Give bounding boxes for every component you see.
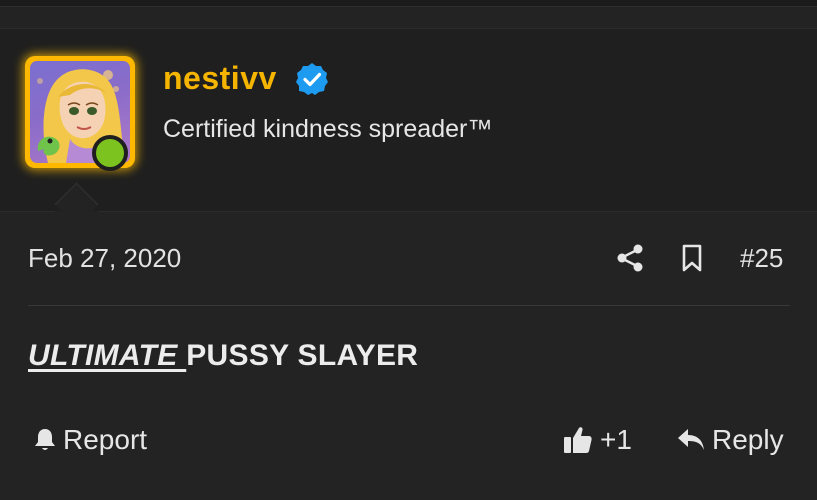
reply-arrow-icon xyxy=(678,429,704,450)
like-button[interactable]: +1 xyxy=(562,420,632,460)
post-container: nestivv Certified kindness spreader™ Feb… xyxy=(0,0,817,500)
report-label: Report xyxy=(63,424,148,455)
reply-label: Reply xyxy=(712,424,784,455)
post-number[interactable]: #25 xyxy=(740,243,783,274)
thumbs-up-icon xyxy=(564,427,592,453)
post-body-emphasis: ULTIMATE xyxy=(28,339,187,372)
user-title: Certified kindness spreader™ xyxy=(163,115,493,143)
previous-post-edge xyxy=(0,0,817,7)
post-body-text: PUSSY SLAYER xyxy=(186,339,419,372)
like-count: +1 xyxy=(600,424,632,455)
divider xyxy=(28,305,790,306)
bookmark-icon[interactable] xyxy=(676,242,708,274)
verified-check-badge-icon xyxy=(296,63,328,95)
post-date[interactable]: Feb 27, 2020 xyxy=(28,243,181,274)
report-button[interactable]: Report xyxy=(33,420,147,460)
post-body: ULTIMATE PUSSY SLAYER xyxy=(28,339,418,373)
share-icon[interactable] xyxy=(614,242,646,274)
username[interactable]: nestivv xyxy=(163,60,277,97)
bell-icon xyxy=(35,429,55,450)
reply-button[interactable]: Reply xyxy=(676,420,784,460)
online-status-dot xyxy=(92,135,128,171)
